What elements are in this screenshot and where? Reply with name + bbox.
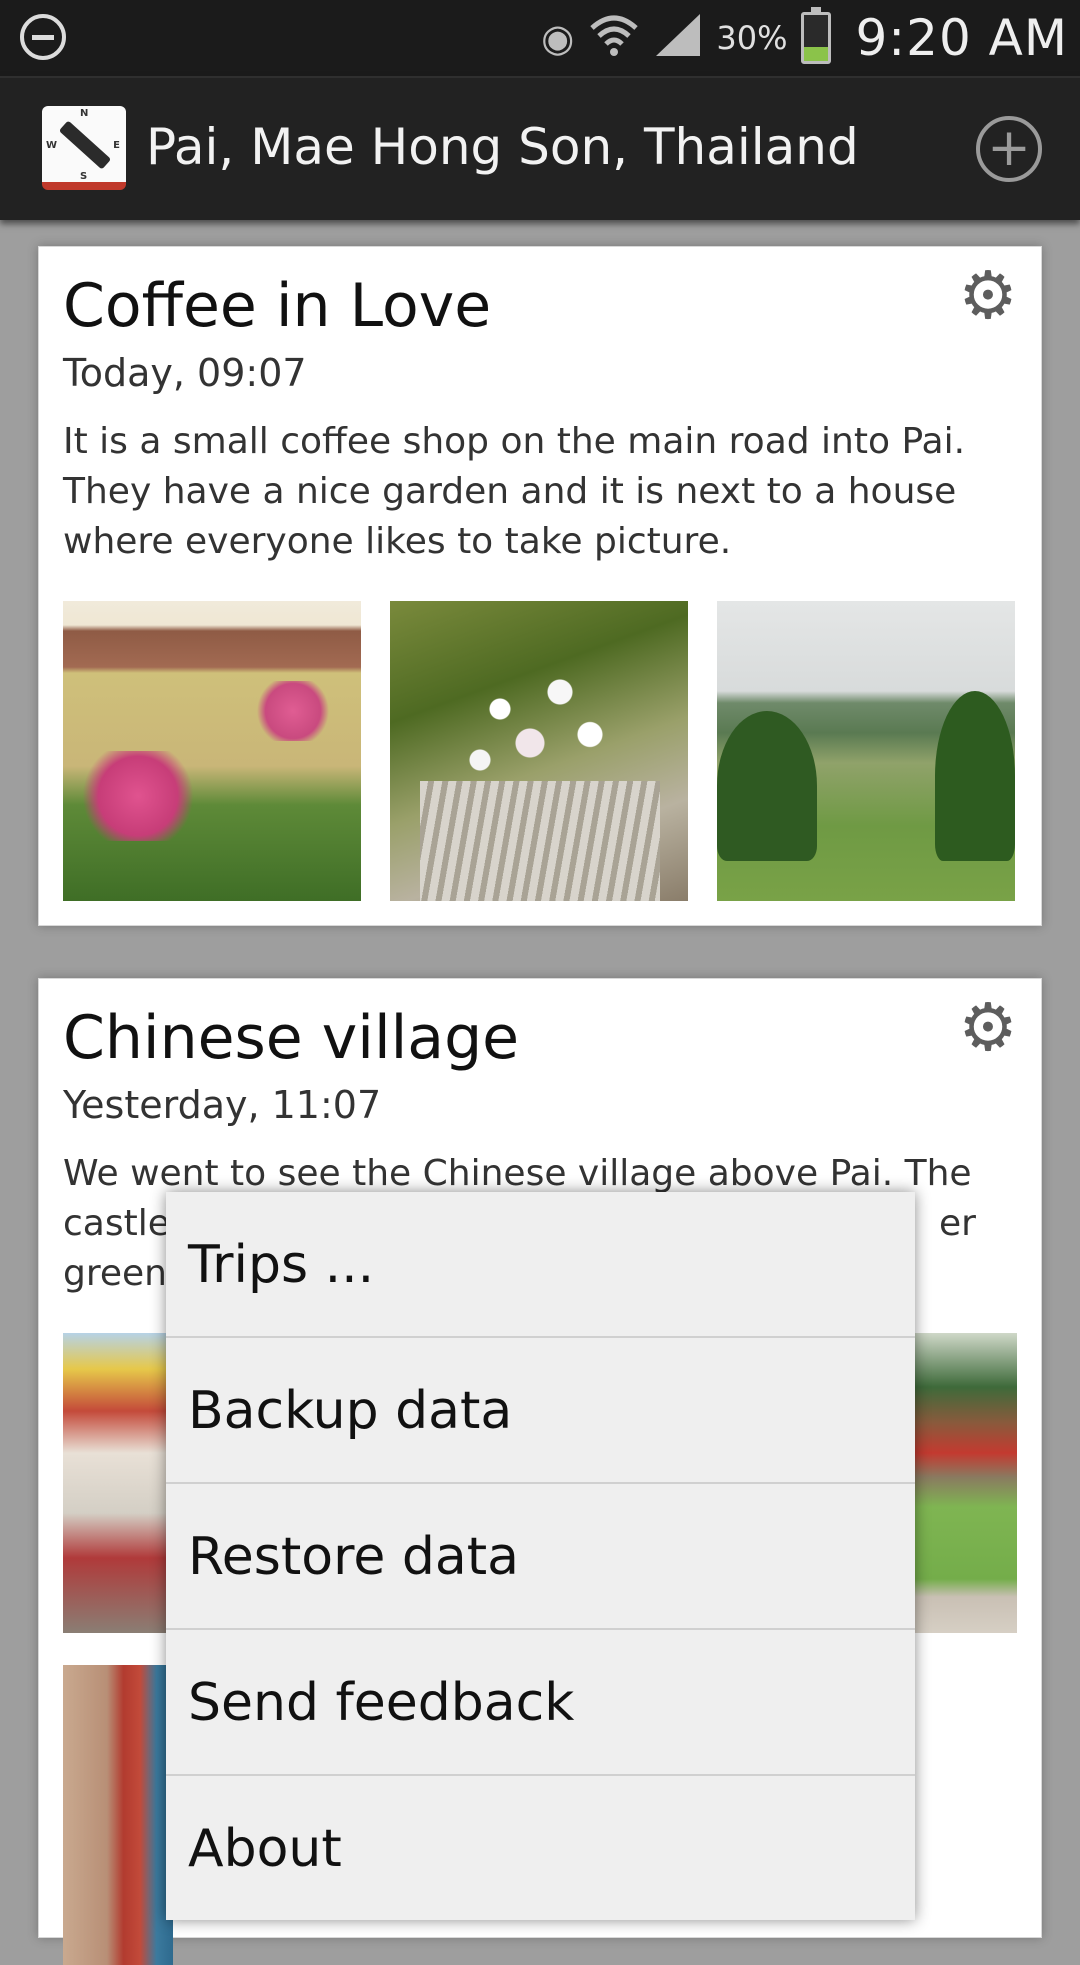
entry-text-fragment: castle [63,1203,170,1244]
entry-photo-gate[interactable] [63,1665,173,1965]
entry-photo-house[interactable] [63,601,361,901]
menu-item-about[interactable]: About [166,1776,915,1922]
entry-date: Today, 09:07 [63,351,307,395]
pen-icon [58,120,112,170]
entry-text-fragment: er [939,1203,976,1244]
entry-photo-castle[interactable] [63,1333,173,1633]
compass-w: W [46,140,58,151]
entry-card[interactable]: Coffee in Love Today, 09:07 ⚙ It is a sm… [38,246,1042,926]
do-not-disturb-icon [20,14,66,60]
action-bar: N W E S Pai, Mae Hong Son, Thailand + [0,76,1080,220]
entry-date: Yesterday, 11:07 [63,1083,382,1127]
app-logo-icon[interactable]: N W E S [42,106,126,190]
compass-n: N [80,108,89,119]
battery-icon [801,7,832,64]
menu-item-backup-data[interactable]: Backup data [166,1338,915,1484]
eye-icon: ◉ [541,16,575,60]
menu-item-send-feedback[interactable]: Send feedback [166,1630,915,1776]
battery-percent: 30% [716,19,788,57]
compass-s: S [80,171,88,182]
entry-photo-flowers[interactable] [390,601,688,901]
clock: 9:20 AM [855,9,1068,67]
overflow-menu: Trips ... Backup data Restore data Send … [166,1192,915,1920]
status-icons: ◉ 30% 9:20 AM [541,0,1068,76]
entry-text: It is a small coffee shop on the main ro… [63,421,966,562]
wifi-icon [588,10,640,66]
gear-icon[interactable]: ⚙ [957,263,1019,329]
menu-item-trips[interactable]: Trips ... [166,1192,915,1338]
entry-title: Chinese village [63,1003,520,1073]
page-title: Pai, Mae Hong Son, Thailand [146,118,859,176]
entry-title: Coffee in Love [63,271,492,341]
entry-photo-village[interactable] [907,1333,1017,1633]
menu-item-restore-data[interactable]: Restore data [166,1484,915,1630]
status-bar: ◉ 30% 9:20 AM [0,0,1080,76]
gear-icon[interactable]: ⚙ [957,995,1019,1061]
signal-icon [654,12,702,64]
add-entry-button[interactable]: + [976,116,1042,182]
entry-photo-landscape[interactable] [717,601,1015,901]
compass-e: E [113,140,120,151]
